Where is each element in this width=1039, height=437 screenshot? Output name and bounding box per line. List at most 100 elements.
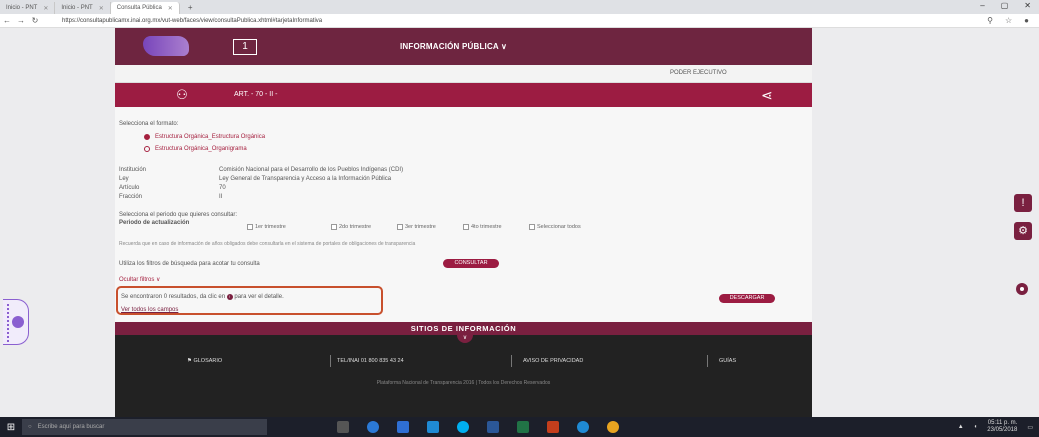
notifications-icon[interactable]: ▭ [1027, 424, 1033, 431]
info-circle-icon[interactable]: ! [226, 294, 233, 300]
clock-time: 05:11 p. m. [987, 420, 1018, 426]
period-label: Periodo de actualización [119, 220, 190, 226]
checkbox[interactable] [331, 224, 337, 230]
org-chart-icon: ⚇ [176, 87, 188, 102]
checkbox[interactable] [463, 224, 469, 230]
edge-icon[interactable] [367, 421, 379, 433]
volume-icon[interactable]: ◖ [974, 424, 978, 430]
info-value: II [219, 194, 223, 200]
consultar-button[interactable]: CONSULTAR [443, 259, 499, 268]
period-option-label: 4to trimestre [471, 224, 502, 230]
notification-badge-icon[interactable]: 1 [233, 39, 257, 55]
taskbar-apps [337, 421, 619, 433]
period-prompt: Selecciona el periodo que quieres consul… [119, 212, 238, 218]
skype-icon[interactable] [457, 421, 469, 433]
checkbox[interactable] [397, 224, 403, 230]
browser-tab-2[interactable]: Inicio - PNT ✕ [55, 2, 111, 14]
footer-phone: TEL/INAI 01 800 835 43 24 [337, 358, 404, 364]
poder-row: PODER EJECUTIVO [115, 65, 812, 83]
excel-icon[interactable] [517, 421, 529, 433]
zoom-icon[interactable]: ⚲ [987, 16, 993, 25]
close-window-button[interactable]: ✕ [1024, 1, 1031, 10]
period-option-1[interactable]: 1er trimestre [247, 224, 286, 230]
period-option-3[interactable]: 3er trimestre [397, 224, 436, 230]
footer-glosario-link[interactable]: ⚑ GLOSARIO [187, 358, 222, 364]
taskbar-search-placeholder: Escribe aquí para buscar [37, 424, 105, 430]
browser-tab-1[interactable]: Inicio - PNT ✕ [0, 2, 56, 14]
footer-privacy-link[interactable]: AVISO DE PRIVACIDAD [523, 358, 583, 364]
ie-icon[interactable] [577, 421, 589, 433]
chrome-icon[interactable] [607, 421, 619, 433]
descargar-button[interactable]: DESCARGAR [719, 294, 775, 303]
store-icon[interactable] [427, 421, 439, 433]
alert-icon[interactable]: ! [1014, 194, 1032, 212]
new-tab-button[interactable]: + [180, 3, 201, 12]
browser-tab-3[interactable]: Consulta Pública ✕ [110, 2, 180, 14]
close-icon[interactable]: ✕ [168, 5, 173, 12]
period-select-all[interactable]: Seleccionar todos [529, 224, 581, 230]
taskbar-search[interactable]: ○ Escribe aquí para buscar [22, 419, 267, 435]
site-logo[interactable] [143, 36, 189, 56]
accessibility-side-tab[interactable] [3, 299, 29, 345]
tab-label: Inicio - PNT [61, 5, 93, 11]
os-taskbar: ⊞ ○ Escribe aquí para buscar ▲ ◖ 05:11 p… [0, 417, 1039, 437]
maximize-button[interactable]: ▢ [1001, 1, 1009, 10]
footer-item-label: GLOSARIO [193, 358, 223, 364]
checkbox[interactable] [247, 224, 253, 230]
site-footer: SITIOS DE INFORMACIÓN ∨ ⚑ GLOSARIO TEL/I… [115, 322, 812, 417]
period-option-label: 3er trimestre [405, 224, 436, 230]
minimize-button[interactable]: – [980, 1, 984, 10]
select-format-label: Selecciona el formato: [119, 121, 179, 127]
format-radio-1[interactable] [144, 134, 150, 140]
period-option-label: 2do trimestre [339, 224, 372, 230]
main-content: 1 INFORMACIÓN PÚBLICA ∨ PODER EJECUTIVO … [115, 28, 812, 417]
tab-label: Inicio - PNT [6, 5, 38, 11]
view-all-fields-link[interactable]: Ver todos los campos [121, 307, 178, 313]
profile-icon[interactable]: ● [1024, 16, 1029, 25]
poder-label[interactable]: PODER EJECUTIVO [670, 70, 727, 76]
task-view-icon[interactable] [337, 421, 349, 433]
checkbox[interactable] [529, 224, 535, 230]
file-explorer-icon[interactable] [397, 421, 409, 433]
powerpoint-icon[interactable] [547, 421, 559, 433]
clock[interactable]: 05:11 p. m. 23/05/2018 [987, 420, 1017, 434]
bookmark-star-icon[interactable]: ☆ [1005, 16, 1012, 25]
period-option-label: Seleccionar todos [537, 224, 581, 230]
info-key: Fracción [119, 194, 143, 200]
search-icon: ○ [28, 424, 32, 430]
clock-date: 23/05/2018 [987, 427, 1018, 433]
format-option-2[interactable]: Estructura Orgánica_Organigrama [155, 146, 247, 152]
network-icon[interactable]: ▲ [958, 424, 964, 430]
tab-dots [7, 304, 9, 342]
format-radio-2[interactable] [144, 146, 150, 152]
notice-text: Recuerda que en caso de información de a… [119, 241, 416, 247]
chevron-down-icon[interactable]: ∨ [457, 334, 473, 343]
windows-start-icon[interactable]: ⊞ [0, 422, 22, 433]
accessibility-icon[interactable] [1016, 283, 1028, 295]
format-option-1[interactable]: Estructura Orgánica_Estructura Orgánica [155, 134, 265, 140]
footer-guides-link[interactable]: GUÍAS [719, 358, 736, 364]
period-option-label: 1er trimestre [255, 224, 286, 230]
reload-icon[interactable]: ↻ [28, 16, 42, 25]
footer-copyright: Plataforma Nacional de Transparencia 201… [376, 380, 551, 386]
info-publica-menu[interactable]: INFORMACIÓN PÚBLICA ∨ [400, 42, 507, 51]
close-icon[interactable]: ✕ [43, 5, 48, 12]
info-value: Comisión Nacional para el Desarrollo de … [219, 167, 404, 173]
article-bar: ⚇ ART. - 70 - II - ⋖ [115, 83, 812, 107]
tab-label: Consulta Pública [116, 5, 162, 11]
info-value: Ley General de Transparencia y Acceso a … [219, 176, 392, 182]
period-option-4[interactable]: 4to trimestre [463, 224, 502, 230]
forward-icon[interactable]: → [14, 16, 28, 25]
close-icon[interactable]: ✕ [99, 5, 104, 12]
url-field[interactable]: https://consultapublicamx.inai.org.mx/vu… [62, 18, 322, 24]
footer-divider [707, 355, 708, 367]
browser-tab-bar: Inicio - PNT ✕ Inicio - PNT ✕ Consulta Púb… [0, 0, 1039, 14]
period-option-2[interactable]: 2do trimestre [331, 224, 371, 230]
info-key: Ley [119, 176, 129, 182]
share-icon[interactable]: ⋖ [761, 87, 773, 104]
tools-icon[interactable]: ⚙ [1014, 222, 1032, 240]
hide-filters-link[interactable]: Ocultar filtros ∨ [119, 276, 160, 283]
back-icon[interactable]: ← [0, 16, 14, 25]
window-controls: – ▢ ✕ [980, 1, 1031, 10]
word-icon[interactable] [487, 421, 499, 433]
